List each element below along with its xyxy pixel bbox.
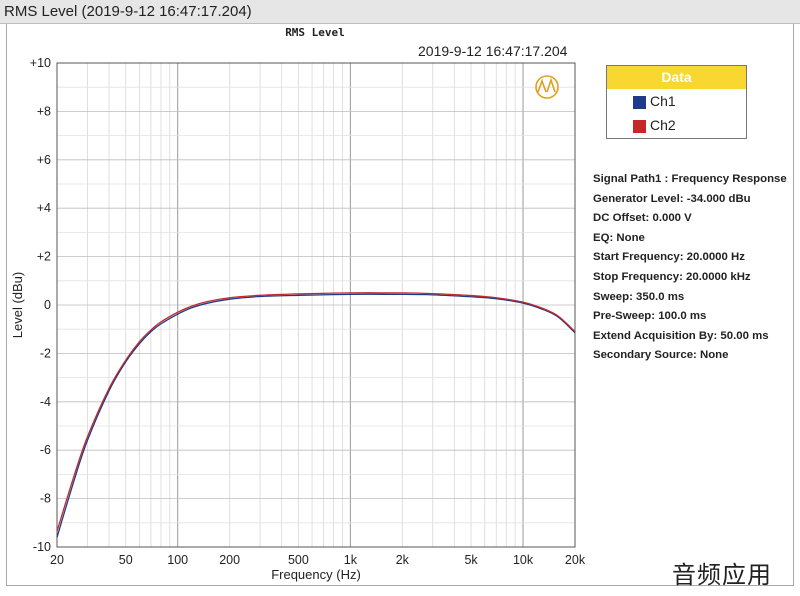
legend-swatch-ch1 — [633, 96, 646, 109]
x-tick-label: 5k — [464, 553, 478, 567]
x-tick-label: 20k — [565, 553, 586, 567]
y-axis-ticks: +10 +8 +6 +4 +2 0 -2 -4 -6 -8 -10 — [30, 56, 51, 554]
series-line-ch2 — [56, 292, 576, 532]
x-axis-ticks: 20 50 100 200 500 1k 2k 5k 10k 20k — [50, 553, 586, 567]
legend-header: Data — [607, 66, 746, 89]
series-line-ch1 — [56, 293, 576, 538]
x-tick-label: 50 — [119, 553, 133, 567]
legend-swatch-ch2 — [633, 120, 646, 133]
x-tick-label: 1k — [344, 553, 358, 567]
y-tick-label: -6 — [40, 443, 51, 457]
x-tick-label: 100 — [167, 553, 188, 567]
info-extend-acquisition: Extend Acquisition By: 50.00 ms — [593, 329, 769, 342]
x-tick-label: 20 — [50, 553, 64, 567]
info-dc-offset: DC Offset: 0.000 V — [593, 212, 692, 225]
grid — [57, 63, 575, 547]
watermark-text: 音频应用 — [672, 561, 772, 589]
info-stop-frequency: Stop Frequency: 20.0000 kHz — [593, 270, 751, 283]
info-signal-path: Signal Path1 : Frequency Response — [593, 173, 787, 185]
legend-item-ch1[interactable]: Ch1 — [607, 89, 746, 113]
y-tick-label: +4 — [37, 201, 51, 215]
info-start-frequency: Start Frequency: 20.0000 Hz — [593, 251, 745, 264]
y-tick-label: +6 — [37, 153, 51, 167]
y-tick-label: +2 — [37, 250, 51, 264]
x-tick-label: 200 — [219, 553, 240, 567]
y-tick-label: +10 — [30, 56, 51, 70]
y-tick-label: -10 — [33, 540, 51, 554]
info-sweep: Sweep: 350.0 ms — [593, 290, 685, 303]
y-tick-label: -8 — [40, 492, 51, 506]
info-secondary-source: Secondary Source: None — [593, 349, 729, 362]
legend-label: Ch1 — [650, 93, 676, 109]
x-axis-label: Frequency (Hz) — [271, 567, 361, 582]
y-tick-label: +8 — [37, 104, 51, 118]
y-tick-label: -2 — [40, 346, 51, 360]
legend-label: Ch2 — [650, 117, 676, 133]
y-axis-label: Level (dBu) — [10, 272, 25, 338]
x-tick-label: 500 — [288, 553, 309, 567]
measurement-info-panel: Signal Path1 : Frequency Response Genera… — [593, 170, 793, 366]
info-pre-sweep: Pre-Sweep: 100.0 ms — [593, 310, 707, 323]
info-eq: EQ: None — [593, 231, 645, 244]
x-tick-label: 10k — [513, 553, 534, 567]
y-tick-label: -4 — [40, 395, 51, 409]
y-tick-label: 0 — [44, 298, 51, 312]
x-tick-label: 2k — [396, 553, 410, 567]
legend-item-ch2[interactable]: Ch2 — [607, 113, 746, 137]
legend: Data Ch1 Ch2 — [606, 65, 747, 139]
info-generator-level: Generator Level: -34.000 dBu — [593, 192, 751, 205]
